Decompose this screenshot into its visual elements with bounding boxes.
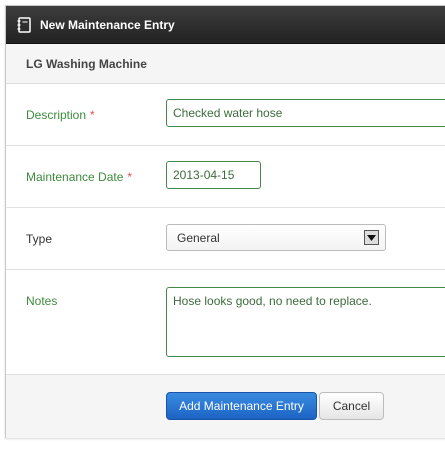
description-label: Description * — [26, 108, 95, 122]
notes-textarea[interactable]: Hose looks good, no need to replace. — [166, 287, 445, 357]
maintenance-date-input[interactable]: 2013-04-15 — [166, 161, 261, 189]
description-row: Description * Checked water hose — [6, 84, 445, 146]
type-select[interactable]: General — [166, 224, 386, 251]
dialog-title-bar: New Maintenance Entry — [6, 6, 445, 44]
add-maintenance-entry-button[interactable]: Add Maintenance Entry — [166, 392, 317, 420]
notes-label: Notes — [26, 294, 58, 308]
description-input[interactable]: Checked water hose — [166, 99, 445, 127]
form-actions: Add Maintenance Entry Cancel — [6, 374, 445, 438]
item-subheader: LG Washing Machine — [6, 44, 445, 84]
dialog-title: New Maintenance Entry — [40, 17, 175, 32]
maintenance-date-label: Maintenance Date * — [26, 170, 133, 184]
required-mark: * — [127, 170, 133, 184]
cancel-button[interactable]: Cancel — [319, 392, 384, 420]
maintenance-dialog: New Maintenance Entry LG Washing Machine… — [5, 5, 445, 438]
type-select-value: General — [177, 231, 220, 245]
maintenance-date-row: Maintenance Date * 2013-04-15 — [6, 146, 445, 208]
item-name: LG Washing Machine — [26, 56, 147, 71]
notes-row: Notes Hose looks good, no need to replac… — [6, 270, 445, 374]
notebook-icon — [15, 16, 33, 34]
type-label: Type — [26, 232, 53, 246]
type-row: Type General — [6, 208, 445, 270]
required-mark: * — [90, 108, 95, 122]
triangle-down-icon[interactable] — [364, 230, 379, 245]
